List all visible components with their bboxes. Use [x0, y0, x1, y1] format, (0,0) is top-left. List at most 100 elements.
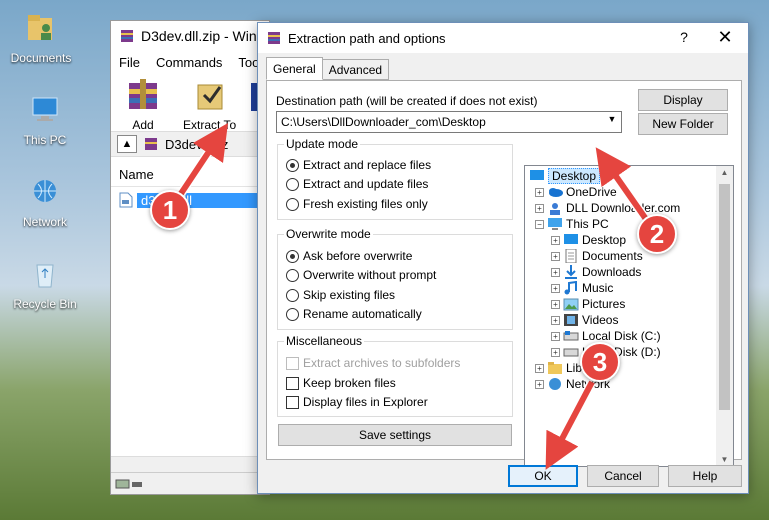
radio-label: Extract and update files	[303, 177, 429, 191]
radio-label: Extract and replace files	[303, 158, 432, 172]
expand-icon[interactable]: +	[551, 267, 560, 277]
expand-icon[interactable]: +	[551, 235, 560, 245]
file-row[interactable]: d3dev.dll	[119, 191, 269, 209]
tree-item-this-pc[interactable]: − This PC	[535, 216, 609, 232]
scroll-thumb[interactable]	[719, 184, 730, 410]
miscellaneous-group: Miscellaneous Extract archives to subfol…	[277, 334, 513, 417]
checkbox-display-explorer[interactable]: Display files in Explorer	[286, 395, 428, 409]
ok-button[interactable]: OK	[508, 465, 578, 487]
tab-advanced[interactable]: Advanced	[321, 59, 390, 80]
winrar-window: D3dev.dll.zip - WinR File Commands Tools…	[110, 20, 275, 495]
desktop-icon-documents[interactable]: Documents	[6, 12, 76, 65]
expand-icon[interactable]: +	[551, 315, 560, 325]
expand-icon[interactable]: +	[535, 203, 544, 213]
desktop-icon-network[interactable]: Network	[10, 176, 80, 229]
dialog-tabs: General Advanced	[266, 57, 390, 80]
radio-icon	[286, 268, 299, 282]
expand-icon[interactable]: +	[535, 363, 544, 373]
expand-icon[interactable]: +	[535, 187, 544, 197]
libraries-icon	[548, 362, 562, 374]
pictures-icon	[563, 298, 579, 311]
add-button[interactable]: Add	[123, 77, 163, 132]
overwrite-mode-title: Overwrite mode	[284, 227, 373, 241]
menu-file[interactable]: File	[119, 55, 140, 70]
winrar-app-icon	[121, 30, 133, 42]
checkbox-label: Keep broken files	[303, 376, 396, 390]
radio-rename-automatically[interactable]: Rename automatically	[286, 307, 422, 321]
radio-extract-update[interactable]: Extract and update files	[286, 177, 428, 191]
drive-icon	[563, 348, 579, 357]
expand-icon[interactable]: +	[551, 347, 560, 357]
checkbox-icon	[286, 395, 299, 409]
desktop-icon-this-pc[interactable]: This PC	[10, 94, 80, 147]
tree-item-label: This PC	[566, 217, 609, 231]
network-globe-icon	[34, 180, 56, 202]
tree-item-label: Desktop	[548, 168, 601, 184]
help-icon[interactable]: ?	[674, 29, 694, 45]
folder-tree[interactable]: Desktop + OneDrive + DLL Downloader.com …	[524, 165, 734, 467]
drive-icon	[563, 331, 579, 341]
expand-icon[interactable]: +	[551, 251, 560, 261]
radio-skip-existing[interactable]: Skip existing files	[286, 288, 395, 302]
menu-commands[interactable]: Commands	[156, 55, 222, 70]
up-folder-button[interactable]: ▲	[117, 135, 137, 153]
expand-icon[interactable]: +	[551, 331, 560, 341]
tree-item-label: Documents	[582, 249, 643, 263]
tree-vertical-scrollbar[interactable]: ▲ ▼	[716, 166, 733, 466]
checkbox-icon	[286, 356, 299, 370]
tree-item-documents[interactable]: + Documents	[551, 248, 643, 264]
update-mode-title: Update mode	[284, 137, 361, 151]
add-button-label: Add	[132, 118, 154, 132]
music-icon	[564, 281, 577, 295]
winrar-address-bar: ▲ D3dev.dll.z	[111, 131, 269, 157]
cancel-button[interactable]: Cancel	[587, 465, 659, 487]
radio-icon	[286, 288, 299, 302]
desktop-icon-recycle-bin[interactable]: Recycle Bin	[10, 258, 80, 311]
winrar-titlebar: D3dev.dll.zip - WinR	[111, 21, 269, 51]
tree-item-label: Local Disk (C:)	[582, 329, 661, 343]
collapse-icon[interactable]: −	[535, 219, 544, 229]
desktop-icon	[530, 170, 544, 180]
new-folder-button[interactable]: New Folder	[638, 113, 728, 135]
chevron-down-icon[interactable]: ▼	[605, 114, 619, 124]
tree-item-onedrive[interactable]: + OneDrive	[535, 184, 617, 200]
scroll-up-icon[interactable]: ▲	[716, 168, 733, 177]
tree-item-desktop[interactable]: + Desktop	[551, 232, 626, 248]
archive-path: D3dev.dll.z	[165, 136, 229, 152]
expand-icon[interactable]: +	[535, 379, 544, 389]
tree-item-local-disk-c[interactable]: + Local Disk (C:)	[551, 328, 661, 344]
scroll-down-icon[interactable]: ▼	[716, 455, 733, 464]
add-archive-icon	[129, 79, 157, 109]
expand-icon[interactable]: +	[551, 299, 560, 309]
destination-path-input[interactable]: C:\Users\DllDownloader_com\Desktop ▼	[276, 111, 622, 133]
save-settings-button[interactable]: Save settings	[278, 424, 512, 446]
expand-icon[interactable]: +	[551, 283, 560, 293]
extract-to-label: Extract To	[183, 118, 237, 132]
tree-item-videos[interactable]: + Videos	[551, 312, 618, 328]
help-button[interactable]: Help	[668, 465, 742, 487]
tree-item-downloads[interactable]: + Downloads	[551, 264, 641, 280]
checkbox-keep-broken[interactable]: Keep broken files	[286, 376, 396, 390]
destination-path-value: C:\Users\DllDownloader_com\Desktop	[281, 115, 486, 129]
tab-general[interactable]: General	[266, 57, 323, 80]
extract-to-button[interactable]: Extract To	[183, 77, 236, 132]
column-header-name[interactable]: Name	[111, 163, 269, 187]
computer-icon	[548, 218, 562, 230]
horizontal-scrollbar[interactable]	[111, 456, 269, 472]
tree-item-pictures[interactable]: + Pictures	[551, 296, 625, 312]
tree-item-music[interactable]: + Music	[551, 280, 613, 296]
documents-user-icon	[28, 15, 52, 40]
radio-fresh-existing[interactable]: Fresh existing files only	[286, 197, 428, 211]
display-button[interactable]: Display	[638, 89, 728, 111]
tree-item-label: DLL Downloader.com	[566, 201, 681, 215]
tree-item-label: Videos	[582, 313, 619, 327]
step-marker-3: 3	[580, 342, 620, 382]
close-icon[interactable]: ✕	[714, 27, 736, 48]
desktop-icon-label: This PC	[23, 133, 67, 147]
radio-extract-replace[interactable]: Extract and replace files	[286, 158, 431, 172]
radio-ask-before[interactable]: Ask before overwrite	[286, 249, 412, 263]
radio-overwrite-without-prompt[interactable]: Overwrite without prompt	[286, 268, 436, 282]
radio-selected-icon	[286, 158, 299, 172]
tree-item-desktop-root[interactable]: Desktop	[529, 168, 601, 184]
step-marker-2: 2	[637, 214, 677, 254]
